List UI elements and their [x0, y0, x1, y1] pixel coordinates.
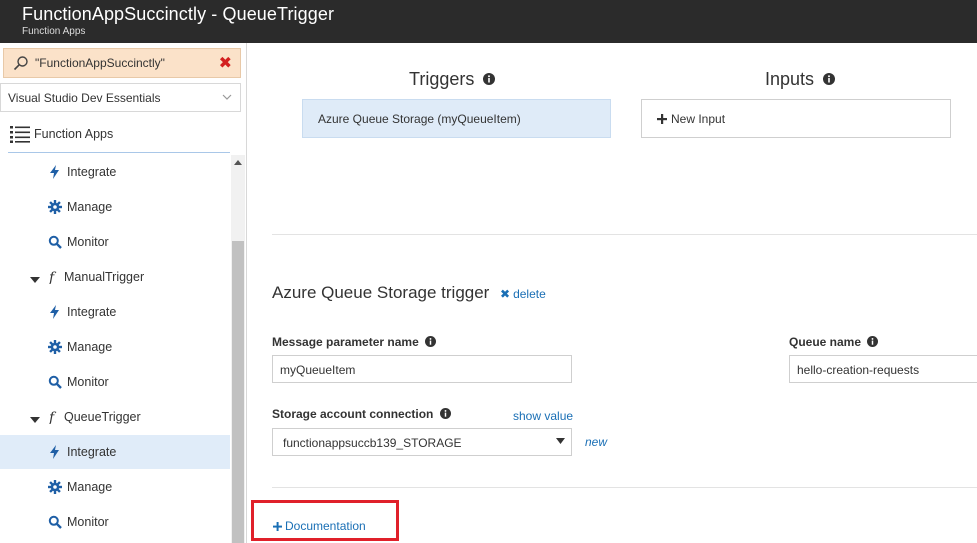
new-connection-link[interactable]: new — [585, 435, 607, 449]
blade-subtitle: Function Apps — [22, 26, 86, 37]
storage-conn-select[interactable]: functionappsuccb139_STORAGE — [272, 428, 572, 456]
scrollbar-thumb[interactable] — [232, 241, 244, 543]
bolt-icon — [48, 305, 62, 319]
tree-item-label: Manage — [67, 200, 113, 214]
new-input-row: New Input — [657, 112, 725, 126]
tree-item-manage[interactable]: Manage — [0, 190, 230, 224]
gear-icon — [48, 200, 62, 214]
subscription-dropdown[interactable]: Visual Studio Dev Essentials — [0, 83, 241, 112]
bolt-icon — [48, 445, 62, 459]
trigger-card-label: Azure Queue Storage (myQueueItem) — [318, 112, 521, 126]
tree-item-monitor[interactable]: Monitor — [0, 365, 230, 399]
expand-caret-icon[interactable] — [30, 272, 40, 283]
function-tree: Integrate Manage Monitor f ManualTrigger Inte… — [0, 155, 230, 543]
tree-function-manualtrigger[interactable]: f ManualTrigger — [0, 260, 230, 294]
inputs-title: Inputs — [765, 69, 815, 89]
storage-conn-selected-value: functionappsuccb139_STORAGE — [283, 436, 462, 450]
info-icon[interactable] — [823, 72, 836, 85]
new-input-label: New Input — [671, 112, 726, 126]
documentation-link[interactable]: Documentation — [273, 519, 366, 533]
show-value-link[interactable]: show value — [513, 409, 573, 423]
sidebar-scrollbar[interactable] — [231, 155, 245, 543]
tree-item-label: Manage — [67, 340, 113, 354]
clear-search-icon[interactable]: ✖ — [219, 53, 232, 73]
integrate-panel: Triggers Inputs Azure Queue Storage (myQ… — [248, 43, 977, 543]
search-icon — [48, 375, 62, 389]
blade-title: FunctionAppSuccinctly - QueueTrigger — [22, 4, 335, 24]
bolt-icon — [48, 165, 62, 179]
tree-item-label: QueueTrigger — [64, 410, 141, 424]
delete-x-icon: ✖ — [500, 287, 511, 301]
delete-trigger-link[interactable]: ✖ delete — [500, 287, 546, 301]
plus-icon — [657, 114, 667, 124]
plus-icon — [273, 522, 282, 531]
svg-text:f: f — [48, 270, 57, 284]
tree-item-manage[interactable]: Manage — [0, 330, 230, 364]
tree-item-label: Manage — [67, 480, 113, 494]
dropdown-arrow-icon — [556, 438, 565, 444]
tree-item-label: Integrate — [67, 445, 117, 459]
info-icon[interactable] — [867, 335, 879, 347]
info-icon[interactable] — [483, 72, 496, 85]
tree-item-integrate[interactable]: Integrate — [0, 155, 230, 189]
section-divider — [272, 234, 977, 235]
divider — [8, 152, 230, 153]
subscription-selected-value: Visual Studio Dev Essentials — [8, 91, 161, 105]
search-filter-box[interactable]: "FunctionAppSuccinctly" ✖ — [3, 48, 241, 78]
storage-conn-label: Storage account connection — [272, 407, 434, 421]
inputs-header: Inputs — [765, 69, 836, 90]
function-icon: f — [47, 410, 61, 426]
sidebar: "FunctionAppSuccinctly" ✖ Visual Studio … — [0, 43, 247, 543]
tree-item-monitor[interactable]: Monitor — [0, 225, 230, 259]
tree-item-monitor[interactable]: Monitor — [0, 505, 230, 539]
search-icon — [13, 56, 28, 71]
tree-item-integrate[interactable]: Integrate — [0, 295, 230, 329]
documentation-label: Documentation — [285, 519, 366, 533]
storage-conn-field-label: Storage account connection — [272, 407, 451, 421]
expand-caret-icon[interactable] — [30, 412, 40, 423]
info-icon[interactable] — [425, 335, 437, 347]
trigger-card-queue[interactable]: Azure Queue Storage (myQueueItem) — [302, 99, 611, 138]
tree-item-manage[interactable]: Manage — [0, 470, 230, 504]
tree-item-label: Monitor — [67, 375, 109, 389]
trigger-section-title: Azure Queue Storage trigger — [272, 283, 490, 302]
portal-window: FunctionAppSuccinctly - QueueTrigger Fun… — [0, 0, 977, 543]
blade-header: FunctionAppSuccinctly - QueueTrigger Fun… — [0, 0, 977, 43]
new-input-button[interactable]: New Input — [641, 99, 951, 138]
list-icon — [10, 126, 30, 143]
gear-icon — [48, 480, 62, 494]
tree-item-integrate[interactable]: Integrate — [0, 435, 230, 469]
tree-item-label: Monitor — [67, 235, 109, 249]
message-param-label: Message parameter name — [272, 335, 419, 349]
triggers-title: Triggers — [409, 69, 475, 89]
tree-item-label: Integrate — [67, 305, 117, 319]
queue-name-field-label: Queue name — [789, 335, 879, 349]
section-divider — [272, 487, 977, 488]
search-icon — [48, 515, 62, 529]
gear-icon — [48, 340, 62, 354]
info-icon[interactable] — [439, 407, 451, 419]
search-icon — [48, 235, 62, 249]
tree-item-label: ManualTrigger — [64, 270, 145, 284]
queue-name-input[interactable]: hello-creation-requests — [789, 355, 977, 383]
scroll-up-arrow-icon[interactable] — [234, 159, 242, 165]
chevron-down-icon — [222, 94, 232, 100]
function-apps-label: Function Apps — [34, 127, 114, 141]
search-input[interactable]: "FunctionAppSuccinctly" — [35, 56, 165, 70]
svg-text:f: f — [48, 410, 57, 424]
tree-item-label: Monitor — [67, 515, 109, 529]
triggers-header: Triggers — [409, 69, 496, 90]
tree-function-queuetrigger[interactable]: f QueueTrigger — [0, 400, 230, 434]
tree-item-label: Integrate — [67, 165, 117, 179]
queue-name-label: Queue name — [789, 335, 862, 349]
message-param-field-label: Message parameter name — [272, 335, 437, 349]
function-icon: f — [47, 270, 61, 286]
message-param-input[interactable]: myQueueItem — [272, 355, 572, 383]
delete-label: delete — [513, 287, 546, 301]
